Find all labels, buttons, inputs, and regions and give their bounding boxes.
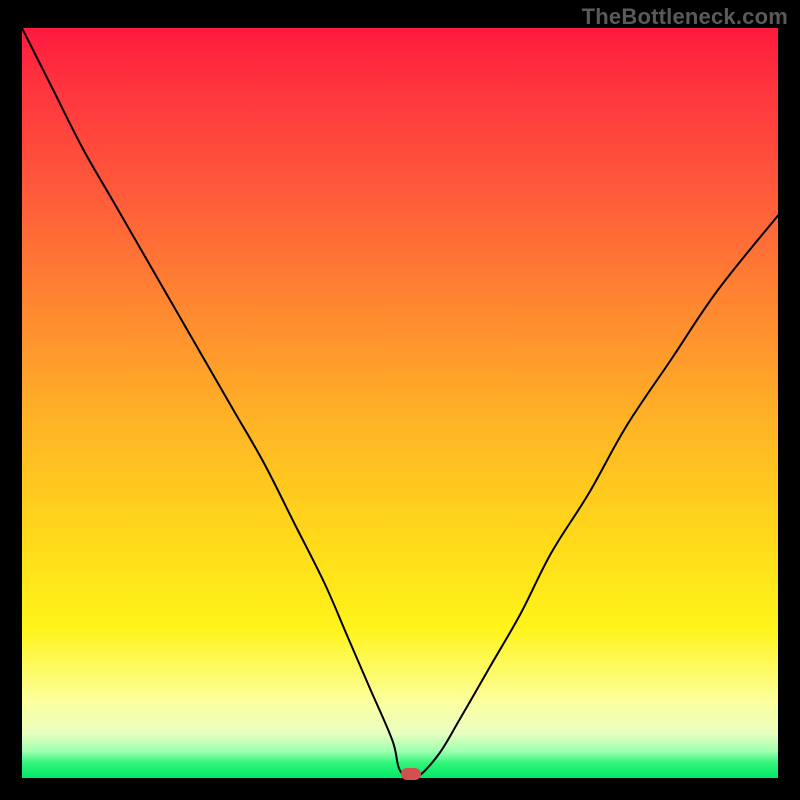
chart-frame: TheBottleneck.com [0, 0, 800, 800]
watermark-text: TheBottleneck.com [582, 4, 788, 30]
optimal-point-marker [401, 768, 421, 780]
curve-layer [22, 28, 778, 778]
plot-area [22, 28, 778, 778]
bottleneck-curve-path [22, 28, 778, 778]
